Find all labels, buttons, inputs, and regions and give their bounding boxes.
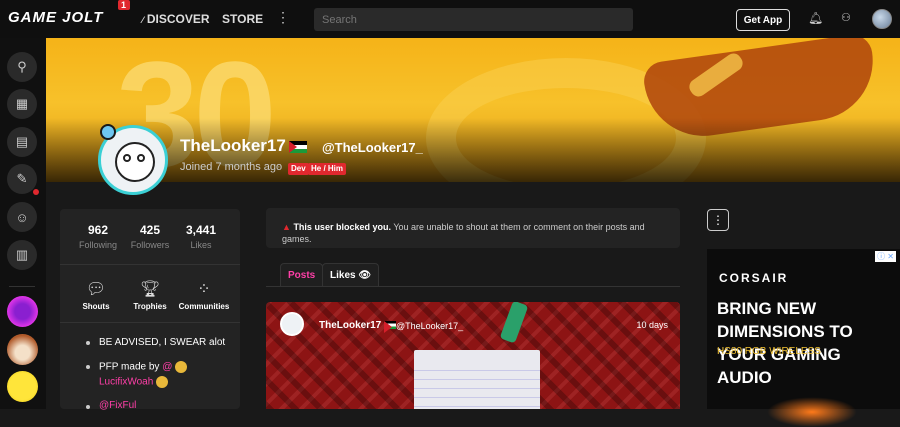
mention-avatar-icon	[156, 376, 169, 388]
discover-icon: ⁄	[142, 15, 144, 25]
palestine-flag-icon	[288, 140, 307, 153]
blocked-notice: ▲ This user blocked you. You are unable …	[266, 208, 680, 248]
post-author-name[interactable]: TheLooker17	[319, 320, 397, 334]
store-icon[interactable]: ▦	[7, 89, 37, 119]
post-timestamp: 10 days	[636, 320, 668, 330]
profile-more-options-button[interactable]: ⋮	[707, 209, 729, 231]
quests-notification-dot	[33, 189, 39, 195]
trophy-icon: 🏆︎	[139, 281, 161, 298]
get-app-button[interactable]: Get App	[736, 9, 790, 31]
bio-bullet	[86, 341, 90, 345]
mention-lucifixwoah[interactable]: LucifixWoah	[99, 377, 153, 388]
stat-value: 3,441	[185, 223, 217, 237]
avatar-face-art	[115, 142, 155, 182]
mention-fixful[interactable]: @FixFul	[99, 400, 136, 411]
chat-icon[interactable]: ☺	[7, 202, 37, 232]
profile-handle[interactable]: @TheLooker17_	[322, 140, 423, 155]
stat-value: 962	[87, 223, 109, 237]
trophies-label: Trophies	[133, 302, 167, 311]
tab-posts[interactable]: Posts	[280, 263, 324, 287]
bio-line-2-prefix: PFP made by	[99, 361, 160, 373]
stat-likes: 3,441 Likes	[171, 223, 231, 250]
card-divider	[60, 264, 240, 265]
ad-headline: BRING NEW DIMENSIONS TO YOUR GAMING AUDI…	[717, 299, 853, 387]
separator-dot: ·	[277, 161, 281, 173]
bio-bullet	[86, 405, 90, 409]
bell-icon[interactable]: 🔔︎	[808, 11, 823, 25]
bio-mention-line[interactable]: LucifixWoah	[99, 376, 169, 388]
profile-username-text: TheLooker17	[180, 136, 286, 155]
community-avatar-2[interactable]	[7, 334, 38, 365]
tab-likes-label: Likes	[330, 270, 356, 281]
ad-subtitle: HS80 RGB WIRELESS	[717, 346, 821, 357]
community-avatar-1[interactable]	[7, 296, 38, 327]
game-jolt-logo[interactable]: GAME JOLT 1	[8, 0, 131, 26]
nav-discover-label: DISCOVER	[146, 12, 210, 26]
speech-bubble-icon: 💬︎	[85, 281, 107, 298]
pronouns-tag: He / Him	[308, 163, 347, 175]
backpack-icon[interactable]: ▤	[7, 127, 37, 157]
search-input[interactable]	[314, 8, 633, 31]
avatar-eye-art	[123, 154, 131, 162]
profile-username: TheLooker17	[180, 136, 307, 156]
nav-store[interactable]: STORE	[222, 12, 263, 26]
post-author-name-text: TheLooker17	[319, 320, 382, 331]
ad-product-glow	[767, 397, 857, 427]
sidebar-divider	[9, 286, 35, 287]
trophies-link[interactable]: 🏆︎ Trophies	[120, 279, 180, 311]
palestine-flag-icon	[384, 321, 397, 334]
shouts-link[interactable]: 💬︎ Shouts	[66, 279, 126, 311]
stat-label: Following	[78, 240, 118, 250]
post-card[interactable]: TheLooker17 @TheLooker17_ 10 days	[266, 302, 680, 409]
shouts-label: Shouts	[82, 302, 110, 311]
joined-date: Joined 7 months ago	[180, 161, 283, 173]
ad-brand: CORSAIR	[719, 271, 789, 285]
bio-line-1: BE ADVISED, I SWEAR alot	[99, 337, 226, 348]
bio-bullet	[86, 365, 90, 369]
communities-link[interactable]: ⁘ Communities	[174, 279, 234, 311]
stat-label: Likes	[190, 240, 212, 250]
blocked-title: This user blocked you.	[293, 222, 391, 232]
bio-line-2: PFP made by @	[99, 361, 188, 373]
stat-following[interactable]: 962 Following	[68, 223, 128, 250]
warning-icon: ▲	[282, 222, 291, 232]
ad-close-icon[interactable]: ⓘ ✕	[875, 251, 896, 262]
communities-label: Communities	[178, 302, 230, 311]
post-art-paper	[414, 350, 540, 409]
card-divider	[60, 322, 240, 323]
mention-avatar-icon	[175, 361, 188, 373]
grid-dots-icon: ⁘	[197, 281, 211, 298]
friends-icon[interactable]: ⚇	[841, 11, 851, 24]
more-menu-icon[interactable]: ⋮	[276, 9, 290, 26]
notification-badge: 1	[118, 0, 131, 10]
home-icon[interactable]: ⚲	[7, 52, 37, 82]
user-avatar[interactable]	[872, 9, 892, 29]
community-avatar-3[interactable]	[7, 371, 38, 402]
tabs-underline	[266, 286, 680, 287]
left-sidebar: ⚲ ▦ ▤ ✎ ☺ ▥	[0, 38, 46, 409]
mention-at: @	[162, 361, 173, 373]
post-author-avatar[interactable]	[280, 312, 304, 336]
avatar-eye-art	[137, 154, 145, 162]
post-art-vine	[499, 302, 529, 344]
banner-shade	[46, 118, 900, 182]
profile-banner: 30	[46, 38, 900, 182]
post-author-handle[interactable]: @TheLooker17_	[396, 321, 463, 331]
verified-badge-icon	[100, 124, 116, 140]
bio-line-3[interactable]: @FixFul	[99, 400, 136, 411]
nav-discover[interactable]: ⁄ DISCOVER	[142, 12, 210, 26]
library-icon[interactable]: ▥	[7, 240, 37, 270]
advertisement[interactable]: ⓘ ✕ CORSAIR BRING NEW DIMENSIONS TO YOUR…	[707, 249, 900, 427]
top-navbar: GAME JOLT 1 ⁄ DISCOVER STORE ⋮ Get App 🔔…	[0, 0, 900, 38]
eye-hidden-icon: 👁︎	[358, 270, 372, 281]
tab-likes[interactable]: Likes 👁︎	[322, 263, 380, 287]
dev-tag: Dev	[288, 163, 309, 175]
logo-text: GAME JOLT	[8, 9, 104, 26]
